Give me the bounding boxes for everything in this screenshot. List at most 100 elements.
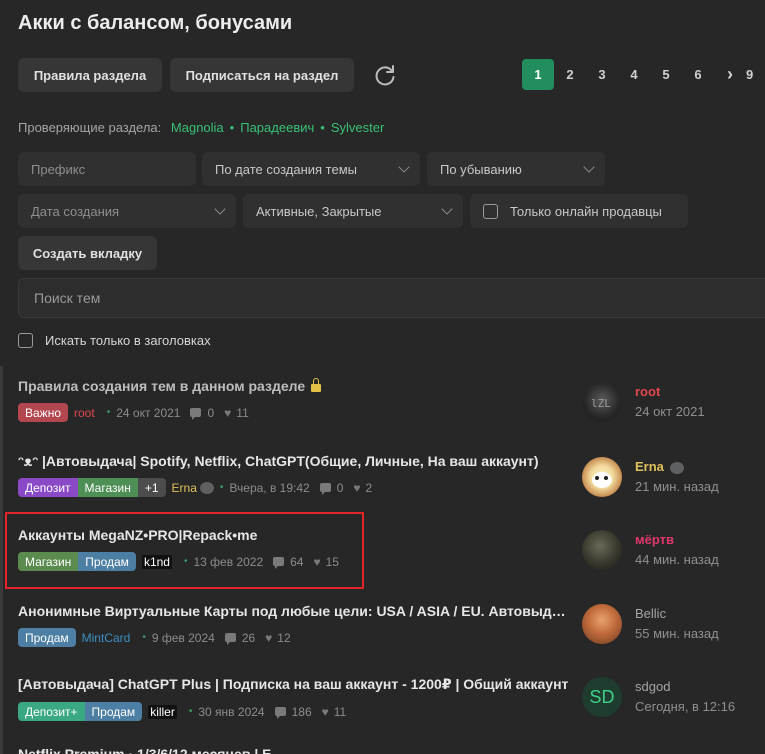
prefix-tag[interactable]: Депозит (18, 478, 78, 497)
heart-icon: ♥ (321, 704, 329, 719)
sort-by-select[interactable]: По дате создания темы (202, 152, 420, 186)
page-1[interactable]: 1 (522, 59, 554, 90)
like-count: 12 (277, 630, 291, 645)
reply-count: 0 (207, 405, 215, 420)
thread-title[interactable]: Анонимные Виртуальные Карты под любые це… (18, 603, 573, 619)
reply-count: 0 (336, 480, 344, 495)
thread-date: Вчера, в 19:42 (229, 480, 310, 495)
page-last[interactable]: 9 (746, 59, 762, 90)
reply-count: 186 (291, 704, 312, 719)
titles-only-toggle[interactable]: Искать только в заголовках (18, 333, 211, 348)
avatar[interactable]: lZL (582, 382, 622, 422)
next-page-icon[interactable]: › (714, 59, 746, 90)
last-post-time: 24 окт 2021 (635, 404, 705, 419)
last-post-time: 21 мин. назад (635, 479, 719, 494)
online-sellers-label: Только онлайн продавцы (510, 203, 662, 219)
page-2[interactable]: 2 (554, 59, 586, 90)
thread-title[interactable]: ᵔᴥᵔ |Автовыдача| Spotify, Netflix, ChatG… (18, 453, 573, 469)
thread-title[interactable]: Netflix Premium · 1/3/6/12 месяцев | Б (18, 746, 272, 754)
chevron-down-icon (214, 203, 226, 215)
search-input[interactable]: Поиск тем (18, 278, 765, 318)
avatar[interactable] (582, 457, 622, 497)
prefix-tag[interactable]: +1 (137, 478, 166, 497)
like-count: 11 (236, 405, 249, 420)
create-tab-button[interactable]: Создать вкладку (18, 236, 157, 270)
last-poster[interactable]: Bellic (635, 606, 666, 621)
user-emoji-icon (199, 481, 214, 494)
thread-title[interactable]: [Автовыдача] ChatGPT Plus | Подписка на … (18, 676, 573, 693)
lock-icon (311, 378, 322, 392)
order-select[interactable]: По убыванию (427, 152, 605, 186)
prefix-tag[interactable]: Продам (78, 552, 136, 571)
thread-title[interactable]: Правила создания тем в данном разделе (18, 378, 573, 394)
thread-date: 24 окт 2021 (116, 405, 181, 420)
thread-prefixes: Депозит+ Продам (18, 702, 143, 721)
thread-date: 13 фев 2022 (193, 554, 264, 569)
chevron-down-icon (441, 203, 453, 215)
avatar[interactable]: SD (582, 677, 622, 717)
reply-count: 64 (290, 554, 304, 569)
checkbox-icon[interactable] (18, 333, 33, 348)
last-poster[interactable]: root (635, 384, 660, 399)
thread-prefixes: Магазин Продам (18, 552, 136, 571)
moderator-link[interactable]: Magnolia (171, 120, 224, 135)
prefix-tag[interactable]: Продам (18, 628, 76, 647)
replies-icon (224, 633, 236, 645)
chevron-down-icon (583, 161, 595, 173)
thread-author[interactable]: killer (148, 704, 177, 719)
last-post-time: Сегодня, в 12:16 (635, 699, 736, 714)
titles-only-label: Искать только в заголовках (45, 333, 211, 348)
subscribe-button[interactable]: Подписаться на раздел (170, 58, 354, 92)
thread-title[interactable]: Аккаунты MegaNZ•PRO|Repack•me (18, 527, 573, 543)
heart-icon: ♥ (224, 405, 232, 420)
avatar[interactable] (582, 604, 622, 644)
prefix-tag[interactable]: Магазин (18, 552, 79, 571)
state-select[interactable]: Активные, Закрытые (243, 194, 463, 228)
moderator-link[interactable]: Sylvester (331, 120, 384, 135)
last-post-time: 55 мин. назад (635, 626, 719, 641)
like-count: 15 (325, 554, 339, 569)
thread-date: 30 янв 2024 (198, 704, 265, 719)
thread-author[interactable]: root (74, 406, 95, 420)
moderator-link[interactable]: Парадеевич (240, 120, 314, 135)
thread-date: 9 фев 2024 (151, 630, 215, 645)
replies-icon (190, 408, 202, 420)
prefix-tag[interactable]: Магазин (77, 478, 138, 497)
thread-author[interactable]: k1nd (141, 554, 172, 569)
like-count: 2 (365, 480, 373, 495)
replies-icon (274, 707, 286, 719)
thread-author[interactable]: MintCard (82, 631, 131, 645)
state-value: Активные, Закрытые (256, 203, 382, 219)
last-poster[interactable]: Erna (635, 459, 684, 474)
last-poster[interactable]: мёртв (635, 532, 674, 547)
checkbox-icon[interactable] (483, 203, 498, 219)
pagination: 1 2 3 4 5 6 › 9 (522, 59, 762, 90)
last-post-time: 44 мин. назад (635, 552, 719, 567)
page-4[interactable]: 4 (618, 59, 650, 90)
section-rules-button[interactable]: Правила раздела (18, 58, 162, 92)
refresh-icon[interactable] (372, 63, 398, 89)
prefix-tag[interactable]: Депозит+ (18, 702, 85, 721)
prefix-tag[interactable]: Продам (84, 702, 143, 721)
order-value: По убыванию (440, 161, 522, 177)
prefix-tag[interactable]: Важно (18, 403, 69, 422)
thread-author[interactable]: Erna (172, 481, 197, 495)
section-moderators: Проверяющие раздела: Magnolia • Парадеевич… (18, 120, 385, 135)
date-value: Дата создания (31, 203, 120, 219)
heart-icon: ♥ (353, 480, 361, 495)
replies-icon (319, 483, 331, 495)
thread-prefixes: Важно (18, 403, 69, 422)
heart-icon: ♥ (265, 630, 273, 645)
prefix-select[interactable]: Префикс (18, 152, 196, 186)
page-6[interactable]: 6 (682, 59, 714, 90)
last-poster[interactable]: sdgod (635, 679, 670, 694)
page-3[interactable]: 3 (586, 59, 618, 90)
online-sellers-toggle[interactable]: Только онлайн продавцы (470, 194, 688, 228)
avatar[interactable] (582, 530, 622, 570)
like-count: 11 (333, 704, 347, 719)
date-select[interactable]: Дата создания (18, 194, 236, 228)
page-title: Акки с балансом, бонусами (18, 12, 293, 34)
svg-text:lZL: lZL (591, 397, 611, 410)
page-5[interactable]: 5 (650, 59, 682, 90)
thread-prefixes: Продам (18, 628, 76, 647)
